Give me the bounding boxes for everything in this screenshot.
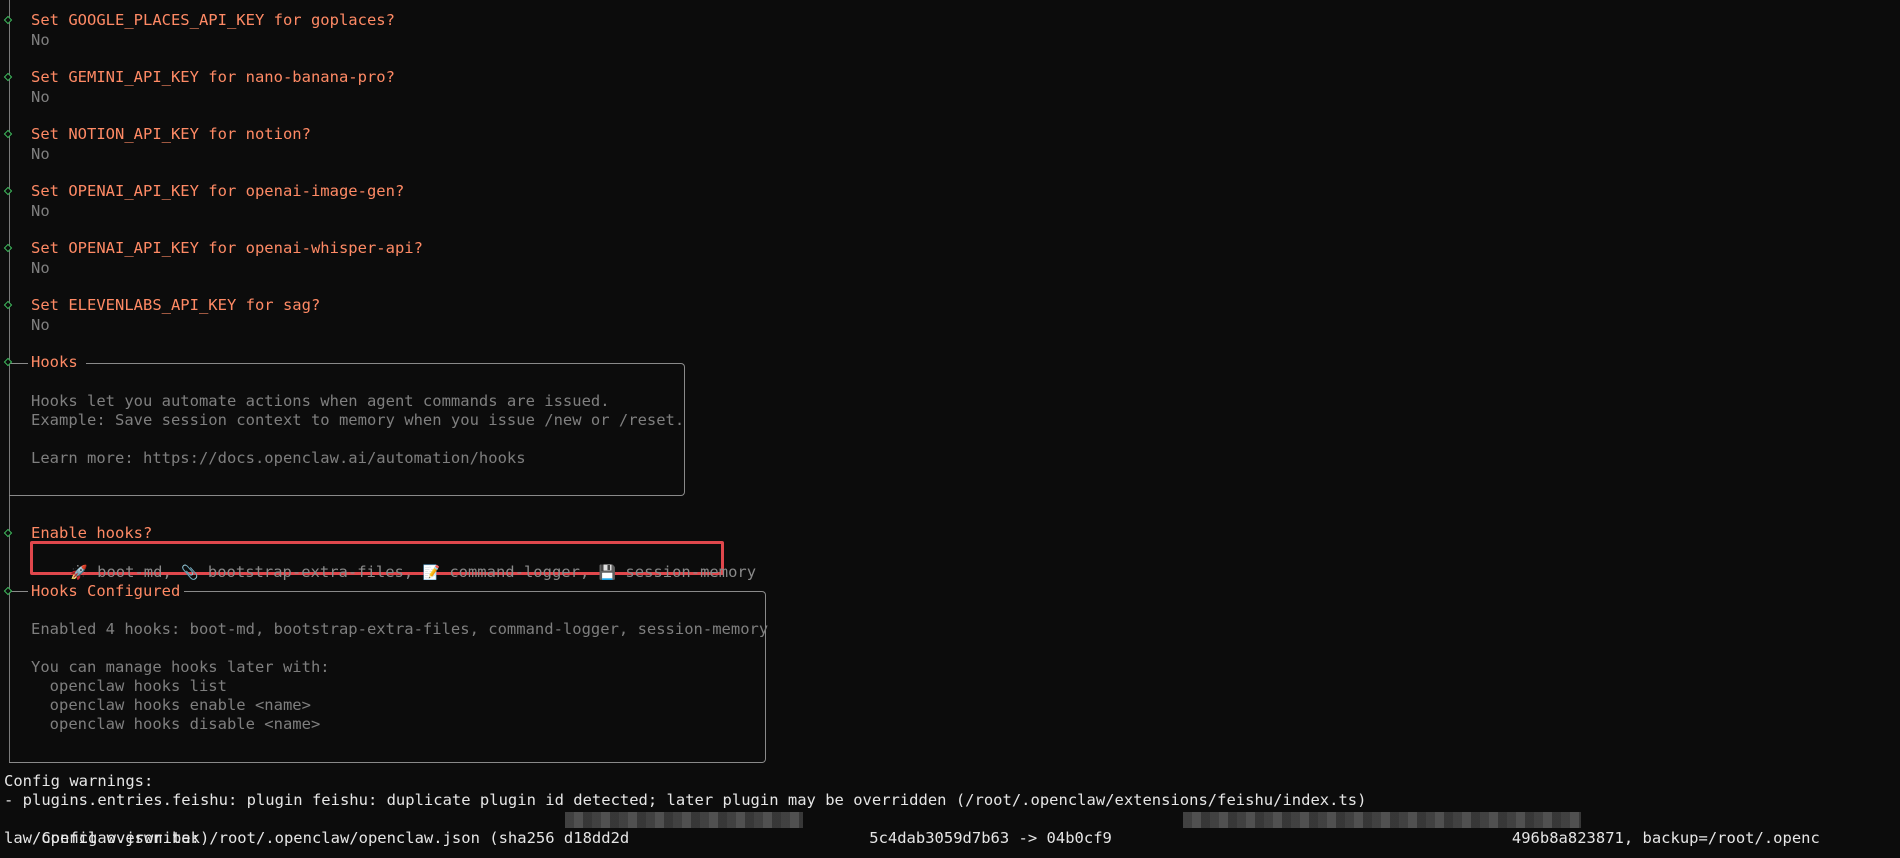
step-diamond-icon [3,300,13,310]
step-diamond-icon [3,129,13,139]
prompt-answer: No [31,259,50,277]
redaction-block [1183,812,1581,828]
hooks-box-description: Hooks let you automate actions when agen… [31,392,610,410]
hooks-box-title: Hooks [31,353,78,371]
terminal-window: Set GOOGLE_PLACES_API_KEY for goplaces? … [0,0,1900,858]
prompt-answer: No [31,145,50,163]
config-overwrite-wrap: law/openclaw.json.bak) [4,829,210,847]
hooks-cmd-enable: openclaw hooks enable <name> [31,696,311,714]
hooks-configured-title: Hooks Configured [31,582,181,600]
memo-icon: 📝 [422,565,440,581]
prompt-rail [9,0,10,410]
hooks-cmd-list: openclaw hooks list [31,677,227,695]
prompt-question: Set GEMINI_API_KEY for nano-banana-pro? [31,68,395,86]
hooks-box-example: Example: Save session context to memory … [31,411,685,429]
floppy-disk-icon: 💾 [598,565,617,581]
step-diamond-icon [3,243,13,253]
step-diamond-icon [3,72,13,82]
hooks-manage-hint: You can manage hooks later with: [31,658,330,676]
hook-option: boot-md [97,563,163,581]
hooks-box-learn-more: Learn more: https://docs.openclaw.ai/aut… [31,449,526,467]
prompt-question: Set OPENAI_API_KEY for openai-image-gen? [31,182,405,200]
prompt-answer: No [31,202,50,220]
rocket-icon: 🚀 [70,565,88,581]
step-diamond-icon [3,15,13,25]
hook-option: command-logger [449,563,580,581]
prompt-question: Set OPENAI_API_KEY for openai-whisper-ap… [31,239,423,257]
prompt-question: Set ELEVENLABS_API_KEY for sag? [31,296,321,314]
prompt-answer: No [31,316,50,334]
redaction-block [565,812,803,828]
prompt-answer: No [31,88,50,106]
hook-option: bootstrap-extra-files [207,563,404,581]
prompt-question: Set GOOGLE_PLACES_API_KEY for goplaces? [31,11,395,29]
hook-option: session-memory [625,563,757,581]
config-warnings-header: Config warnings: [4,772,154,790]
paperclip-icon: 📎 [181,565,199,581]
config-warning-line: - plugins.entries.feishu: plugin feishu:… [4,791,1367,809]
prompt-answer: No [31,31,50,49]
prompt-question: Set NOTION_API_KEY for notion? [31,125,311,143]
hooks-configured-summary: Enabled 4 hooks: boot-md, bootstrap-extr… [31,620,769,638]
step-diamond-icon [3,528,13,538]
hooks-cmd-disable: openclaw hooks disable <name> [31,715,321,733]
step-diamond-icon [3,186,13,196]
